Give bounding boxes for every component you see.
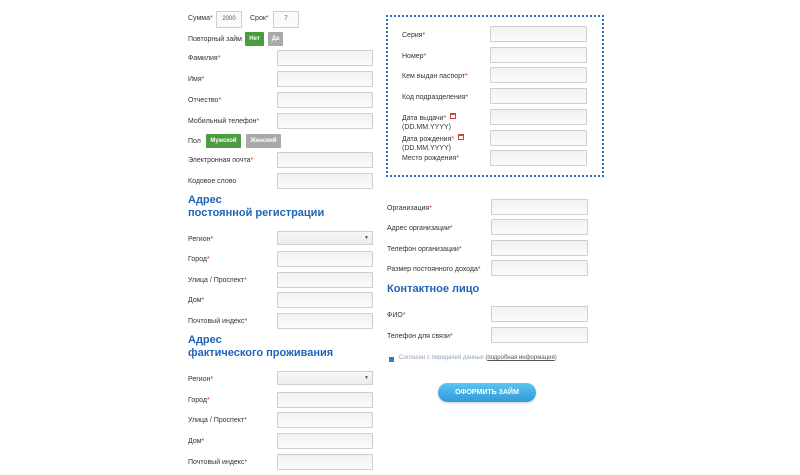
term-label: Срок* xyxy=(250,15,269,22)
act-region-select[interactable]: ▼ xyxy=(277,371,373,385)
mobile-field[interactable] xyxy=(277,113,373,129)
reg-postcode-field[interactable] xyxy=(277,313,373,329)
act-house-label: Дом* xyxy=(188,438,205,445)
number-field[interactable] xyxy=(490,47,587,63)
org-address-field[interactable] xyxy=(491,219,588,235)
contact-fio-label: ФИО* xyxy=(387,312,406,319)
email-label: Электронная почта* xyxy=(188,157,254,164)
gender-male-button[interactable]: Мужской xyxy=(206,134,241,148)
reg-house-field[interactable] xyxy=(277,292,373,308)
name-label: Имя* xyxy=(188,76,205,83)
contact-fio-field[interactable] xyxy=(491,306,588,322)
issue-date-field[interactable] xyxy=(490,109,587,125)
consent-details-link[interactable]: подробная информация xyxy=(487,355,554,361)
series-field[interactable] xyxy=(490,26,587,42)
organization-field[interactable] xyxy=(491,199,588,215)
sum-label: Сумма* xyxy=(188,15,213,22)
reg-street-label: Улица / Проспект* xyxy=(188,277,247,284)
act-postcode-field[interactable] xyxy=(277,454,373,470)
issue-date-label: Дата выдачи* (DD.MM.YYYY) xyxy=(402,113,457,132)
repeat-loan-label: Повторный займ xyxy=(188,36,242,43)
dept-code-field[interactable] xyxy=(490,88,587,104)
issued-by-label: Кем выдан паспорт* xyxy=(402,73,468,80)
org-phone-label: Телефон организации* xyxy=(387,246,462,253)
surname-label: Фамилия* xyxy=(188,55,221,62)
contact-heading: Контактное лицо xyxy=(387,283,480,295)
act-street-label: Улица / Проспект* xyxy=(188,417,247,424)
act-house-field[interactable] xyxy=(277,433,373,449)
org-address-label: Адрес организации* xyxy=(387,225,453,232)
dept-code-label: Код подразделения* xyxy=(402,94,469,101)
name-field[interactable] xyxy=(277,71,373,87)
reg-city-label: Город* xyxy=(188,256,210,263)
sum-input[interactable]: 2000 xyxy=(216,11,242,28)
act-region-label: Регион* xyxy=(188,376,214,383)
series-label: Серия* xyxy=(402,32,426,39)
code-word-label: Кодовое слово xyxy=(188,178,237,185)
act-street-field[interactable] xyxy=(277,412,373,428)
repeat-yes-button[interactable]: Да xyxy=(268,32,283,46)
email-field[interactable] xyxy=(277,152,373,168)
reg-region-label: Регион* xyxy=(188,236,214,243)
act-city-field[interactable] xyxy=(277,392,373,408)
code-word-field[interactable] xyxy=(277,173,373,189)
consent-checkbox[interactable] xyxy=(389,357,394,362)
actual-heading: Адрес фактического проживания xyxy=(188,334,334,359)
repeat-no-button[interactable]: Нет xyxy=(245,32,264,46)
reg-street-field[interactable] xyxy=(277,272,373,288)
contact-phone-field[interactable] xyxy=(491,327,588,343)
birth-date-label: Дата рождения* (DD.MM.YYYY) xyxy=(402,134,465,153)
number-label: Номер* xyxy=(402,53,427,60)
calendar-icon[interactable] xyxy=(458,134,465,140)
birth-place-field[interactable] xyxy=(490,150,587,166)
term-input[interactable]: 7 xyxy=(273,11,299,28)
reg-region-select[interactable]: ▼ xyxy=(277,231,373,245)
birth-date-field[interactable] xyxy=(490,130,587,146)
birth-place-label: Место рождения* xyxy=(402,155,459,162)
submit-loan-button[interactable]: ОФОРМИТЬ ЗАЙМ xyxy=(438,383,536,402)
organization-label: Организация* xyxy=(387,205,432,212)
contact-phone-label: Телефон для связи* xyxy=(387,333,453,340)
surname-field[interactable] xyxy=(277,50,373,66)
org-phone-field[interactable] xyxy=(491,240,588,256)
chevron-down-icon: ▼ xyxy=(364,375,369,381)
issued-by-field[interactable] xyxy=(490,67,587,83)
mobile-label: Мобильный телефон* xyxy=(188,118,260,125)
gender-label: Пол xyxy=(188,138,201,145)
reg-postcode-label: Почтовый индекс* xyxy=(188,318,248,325)
income-field[interactable] xyxy=(491,260,588,276)
registration-heading: Адрес постоянной регистрации xyxy=(188,194,325,219)
chevron-down-icon: ▼ xyxy=(364,235,369,241)
gender-female-button[interactable]: Женский xyxy=(246,134,281,148)
reg-house-label: Дом* xyxy=(188,297,205,304)
income-label: Размер постоянного дохода* xyxy=(387,266,481,273)
reg-city-field[interactable] xyxy=(277,251,373,267)
act-city-label: Город* xyxy=(188,397,210,404)
consent-text: Согласен с передачей данных (подробная и… xyxy=(399,355,557,361)
patronymic-field[interactable] xyxy=(277,92,373,108)
patronymic-label: Отчество* xyxy=(188,97,222,104)
calendar-icon[interactable] xyxy=(450,113,457,119)
act-postcode-label: Почтовый индекс* xyxy=(188,459,248,466)
